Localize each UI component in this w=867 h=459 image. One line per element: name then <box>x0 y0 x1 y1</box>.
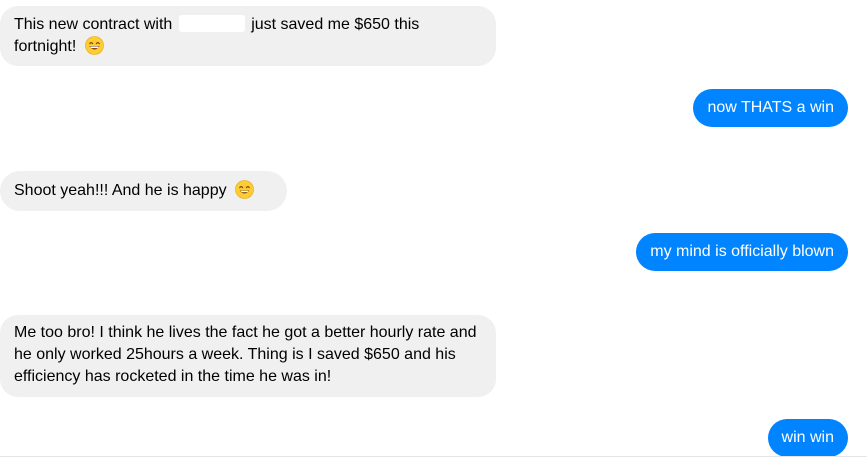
smiling-open-mouth-emoji <box>235 180 254 199</box>
message-bubble-outgoing[interactable]: win win <box>767 419 848 457</box>
grinning-smiling-eyes-emoji <box>84 36 104 55</box>
message-bubble-outgoing[interactable]: my mind is officially blown <box>636 233 848 271</box>
redacted-name <box>178 15 245 32</box>
message-bubble-incoming[interactable]: Me too bro! I think he lives the fact he… <box>0 315 496 397</box>
message-text: This new contract with <box>14 16 173 33</box>
message-bubble-incoming[interactable]: This new contract with just saved me $65… <box>0 6 496 66</box>
message-text: Me too bro! I think he lives the fact he… <box>14 324 477 385</box>
message-bubble-outgoing[interactable]: now THATS a win <box>693 89 848 127</box>
chat-thread: This new contract with just saved me $65… <box>0 0 867 459</box>
divider <box>0 456 867 457</box>
message-text: Shoot yeah!!! And he is happy <box>14 182 227 199</box>
message-text: now THATS a win <box>707 99 834 116</box>
message-text: win win <box>781 429 834 446</box>
message-bubble-incoming[interactable]: Shoot yeah!!! And he is happy <box>0 171 287 211</box>
message-text: my mind is officially blown <box>650 243 834 260</box>
